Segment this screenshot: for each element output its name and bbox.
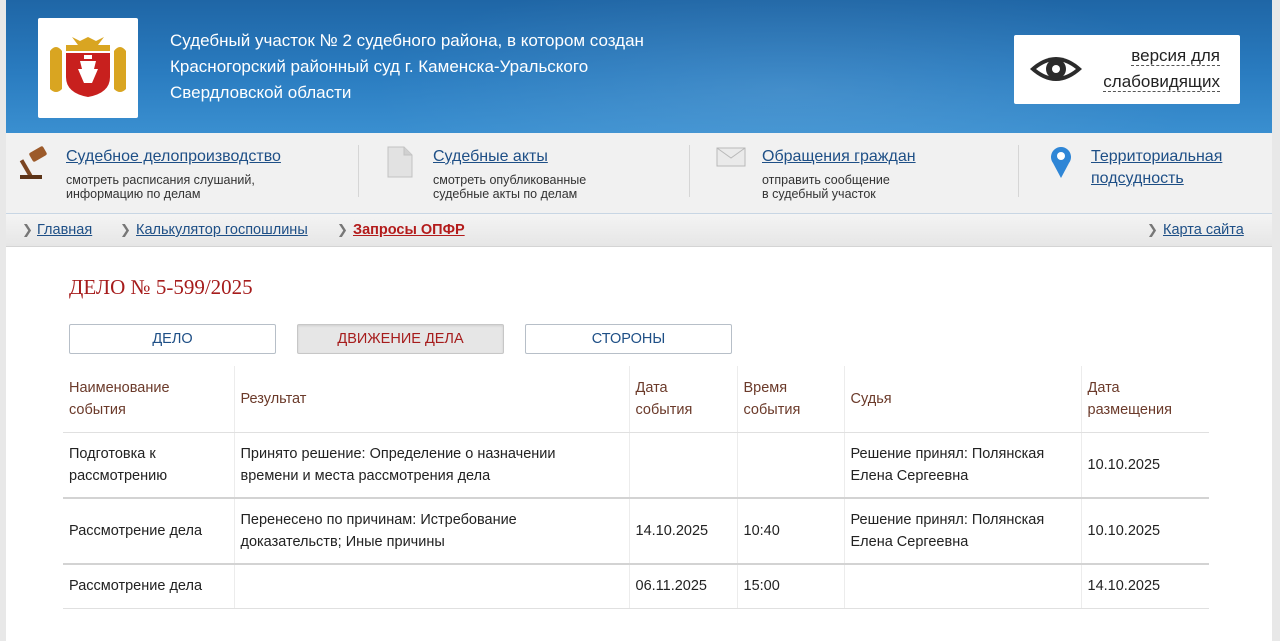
divider [358, 145, 359, 197]
service-court-acts: Судебные акты смотреть опубликованные су… [366, 133, 686, 214]
tab-parties[interactable]: СТОРОНЫ [525, 324, 732, 354]
coat-of-arms-logo[interactable] [38, 18, 138, 118]
gavel-icon [19, 146, 47, 179]
service-jurisdiction: Территориальная подсудность [1026, 133, 1272, 214]
cell-text: Решение принял: Полянская [850, 445, 1045, 462]
cell-text: Принято решение: Определение о назначени… [240, 445, 556, 462]
column-header-date: Дата события [628, 366, 737, 433]
chevron-right-icon: ❯ [22, 222, 33, 237]
cell-event: Подготовка к рассмотрению [63, 432, 234, 499]
cell-date [628, 432, 737, 499]
table-row: Рассмотрение дела Перенесено по причинам… [63, 498, 1209, 565]
service-citizen-appeals: Обращения граждан отправить сообщение в … [696, 133, 1016, 214]
tab-case[interactable]: ДЕЛО [69, 324, 276, 354]
cell-time [736, 432, 844, 499]
cell-text: рассмотрению [69, 467, 168, 484]
service-court-acts-desc: смотреть опубликованные [433, 173, 587, 187]
cell-posted: 10.10.2025 [1080, 432, 1209, 499]
cell-judge: Решение принял: Полянская Елена Сергеевна [843, 498, 1081, 565]
case-title: ДЕЛО № 5-599/2025 [69, 275, 253, 299]
table-header-row: Наименование события Результат Дата событи… [63, 366, 1209, 433]
table-row: Рассмотрение дела 06.11.2025 15:00 14.10… [63, 564, 1209, 609]
column-header-text: Дата [635, 379, 668, 396]
cell-text: времени и места рассмотрения дела [240, 467, 491, 484]
service-citizen-appeals-desc: в судебный участок [762, 187, 876, 201]
service-citizen-appeals-link[interactable]: Обращения граждан [762, 146, 916, 168]
court-title: Судебный участок № 2 судебного района, в… [170, 28, 730, 106]
tab-case-movement[interactable]: ДВИЖЕНИЕ ДЕЛА [297, 324, 504, 354]
map-pin-icon [1051, 147, 1071, 178]
service-court-proceedings-desc: смотреть расписания слушаний, [66, 173, 255, 187]
envelope-icon [716, 147, 746, 167]
service-court-proceedings: Судебное делопроизводство смотреть распи… [6, 133, 356, 214]
column-header-text: Время [743, 379, 788, 396]
breadcrumb-fee-calculator[interactable]: Калькулятор госпошлины [136, 222, 308, 238]
eye-icon [1030, 57, 1082, 81]
cell-text: Подготовка к [69, 445, 156, 462]
service-court-acts-link[interactable]: Судебные акты [433, 146, 548, 168]
service-citizen-appeals-desc: отправить сообщение [762, 173, 890, 187]
divider [1018, 145, 1019, 197]
court-title-line: Свердловской области [170, 83, 352, 102]
service-court-acts-desc: судебные акты по делам [433, 187, 578, 201]
column-header-time: Время события [736, 366, 844, 433]
low-vision-label-line: версия для [1131, 46, 1220, 66]
low-vision-label-line: слабовидящих [1103, 72, 1220, 92]
table-row: Подготовка к рассмотрению Принято решение… [63, 432, 1209, 499]
column-header-text: размещения [1087, 401, 1172, 418]
document-icon [387, 146, 413, 178]
column-header-posted: Дата размещения [1080, 366, 1209, 433]
court-title-line: Судебный участок № 2 судебного района, в… [170, 31, 644, 50]
court-title-line: Красногорский районный суд г. Каменска-У… [170, 57, 589, 76]
low-vision-label: версия для слабовидящих [1096, 43, 1220, 95]
cell-event: Рассмотрение дела [63, 498, 234, 565]
cell-text: доказательств; Иные причины [240, 534, 445, 550]
cell-text: Перенесено по причинам: Истребование [240, 512, 517, 528]
coat-of-arms-icon [50, 37, 126, 97]
cell-text: Елена Сергеевна [850, 467, 969, 484]
column-header-text: Наименование [69, 379, 170, 396]
column-header-text: Дата [1087, 379, 1120, 396]
cell-date: 14.10.2025 [628, 498, 737, 565]
sitemap-link[interactable]: Карта сайта [1163, 222, 1244, 238]
cell-posted: 10.10.2025 [1080, 498, 1209, 565]
services-bar: Судебное делопроизводство смотреть распи… [6, 133, 1272, 214]
case-movement-table: Наименование события Результат Дата событи… [63, 366, 1209, 609]
chevron-right-icon: ❯ [337, 222, 348, 237]
cell-result: Принято решение: Определение о назначени… [233, 432, 629, 499]
cell-text: Елена Сергеевна [850, 534, 969, 550]
column-header-judge: Судья [843, 366, 1081, 433]
column-header-event: Наименование события [63, 366, 234, 433]
cell-result [233, 564, 629, 609]
breadcrumb-opfr-requests[interactable]: Запросы ОПФР [353, 222, 465, 238]
page: Судебный участок № 2 судебного района, в… [6, 0, 1272, 641]
divider [689, 145, 690, 197]
breadcrumb-home[interactable]: Главная [37, 222, 92, 238]
chevron-right-icon: ❯ [1147, 222, 1158, 237]
cell-judge [843, 564, 1081, 609]
low-vision-version-button[interactable]: версия для слабовидящих [1014, 35, 1240, 104]
column-header-text: события [635, 401, 693, 418]
cell-text: Решение принял: Полянская [850, 512, 1045, 528]
cell-judge: Решение принял: Полянская Елена Сергеевна [843, 432, 1081, 499]
chevron-right-icon: ❯ [120, 222, 131, 237]
service-court-proceedings-link[interactable]: Судебное делопроизводство [66, 146, 281, 168]
breadcrumb: ❯ Главная ❯ Калькулятор госпошлины ❯ Зап… [6, 214, 1272, 247]
column-header-text: события [69, 401, 126, 418]
column-header-text: события [743, 401, 801, 418]
service-jurisdiction-link[interactable]: подсудность [1091, 168, 1184, 190]
site-header: Судебный участок № 2 судебного района, в… [6, 0, 1272, 133]
column-header-result: Результат [233, 366, 629, 433]
service-jurisdiction-link[interactable]: Территориальная [1091, 146, 1222, 168]
cell-time: 15:00 [736, 564, 844, 609]
cell-date: 06.11.2025 [628, 564, 737, 609]
cell-time: 10:40 [736, 498, 844, 565]
cell-posted: 14.10.2025 [1080, 564, 1209, 609]
cell-event: Рассмотрение дела [63, 564, 234, 609]
service-court-proceedings-desc: информацию по делам [66, 187, 201, 201]
cell-result: Перенесено по причинам: Истребование дока… [233, 498, 629, 565]
